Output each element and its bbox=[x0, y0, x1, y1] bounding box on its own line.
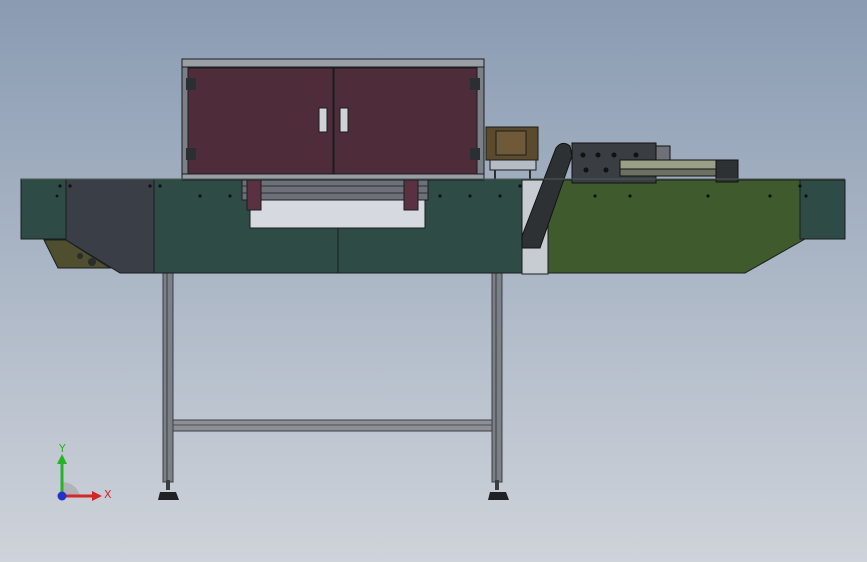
x-axis-label: X bbox=[104, 488, 112, 501]
graphics-viewport[interactable]: Y X bbox=[0, 0, 867, 562]
conveyor-frame-right bbox=[521, 179, 846, 275]
machine-model[interactable] bbox=[0, 0, 867, 562]
y-axis-label: Y bbox=[58, 442, 66, 455]
control-box bbox=[485, 126, 539, 180]
z-axis-dot bbox=[57, 491, 67, 501]
support-legs bbox=[158, 271, 509, 500]
cabinet bbox=[181, 58, 485, 181]
coordinate-triad-icon: Y X bbox=[57, 442, 112, 501]
